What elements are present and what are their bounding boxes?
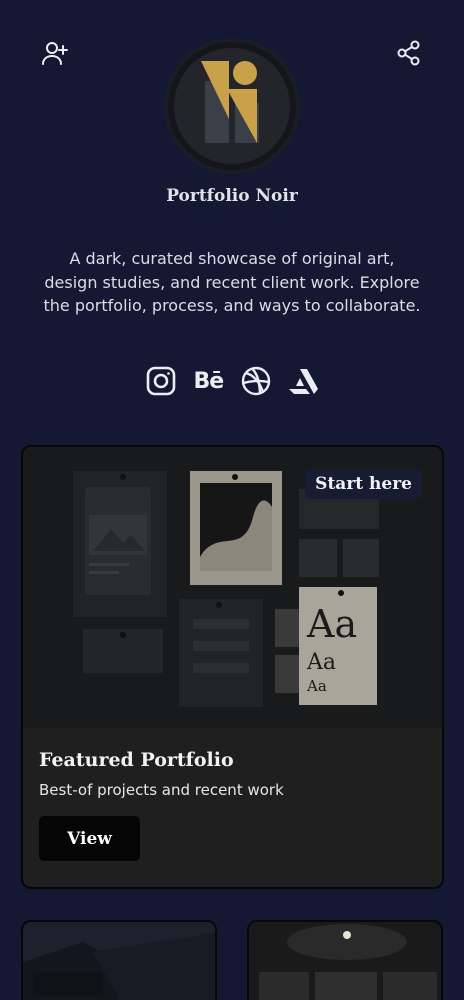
artstation-icon [288, 369, 318, 394]
user-plus-icon [42, 42, 68, 65]
card-title: Featured Portfolio [39, 749, 234, 771]
card-3-image [249, 922, 441, 1000]
svg-text:Aa: Aa [306, 677, 327, 695]
portfolio-card-3[interactable] [247, 920, 443, 1000]
card-2-image [23, 922, 215, 1000]
brand-logo [201, 61, 259, 143]
share-button[interactable] [394, 38, 424, 68]
social-instagram[interactable] [144, 364, 178, 398]
portfolio-card-2[interactable] [21, 920, 217, 1000]
profile-bio: A dark, curated showcase of original art… [43, 249, 421, 315]
profile-name: Portfolio Noir [166, 186, 298, 206]
card-subtitle: Best-of projects and recent work [39, 781, 284, 799]
instagram-icon [146, 366, 176, 396]
svg-text:Aa: Aa [306, 602, 357, 646]
behance-icon: Bē [193, 368, 224, 394]
social-links: Bē [144, 364, 320, 398]
svg-text:Aa: Aa [306, 650, 336, 675]
start-here-badge: Start here [305, 469, 422, 499]
featured-portfolio-card[interactable]: Aa Aa Aa Start here Featured Portfolio B… [21, 445, 444, 889]
share-icon [397, 40, 420, 66]
dribbble-icon [241, 366, 270, 396]
social-behance[interactable]: Bē [191, 364, 225, 398]
view-button[interactable]: View [39, 816, 140, 861]
avatar [168, 42, 296, 170]
social-dribbble[interactable] [239, 364, 273, 398]
social-artstation[interactable] [286, 364, 320, 398]
add-follow-button[interactable] [40, 38, 70, 68]
